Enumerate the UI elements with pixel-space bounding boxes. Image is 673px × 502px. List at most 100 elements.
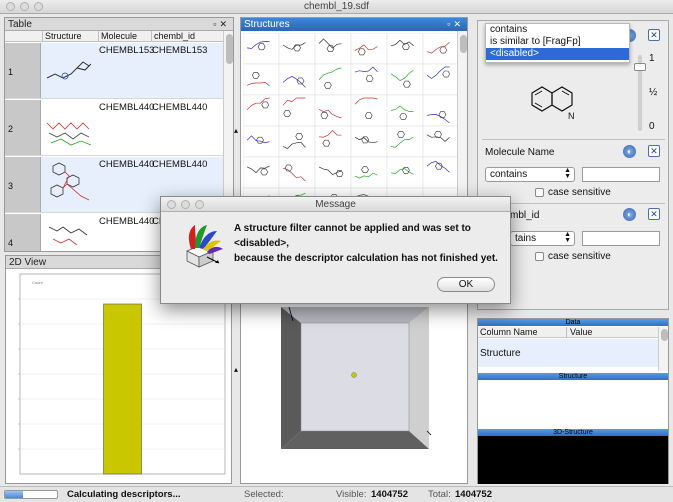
statusbar: Calculating descriptors... Selected: Vis… [0, 486, 673, 502]
row-index: 4 [5, 214, 41, 251]
data-row[interactable]: Structure [478, 339, 659, 367]
close-window-button[interactable] [6, 2, 15, 11]
slider-label-min: 0 [649, 121, 655, 132]
structure-thumbnail[interactable] [422, 156, 459, 189]
structure-thumbnail[interactable] [278, 33, 316, 65]
structure-thumbnail[interactable] [243, 125, 280, 158]
case-sensitive-checkbox[interactable] [535, 252, 544, 261]
case-sensitive-label: case sensitive [548, 187, 611, 198]
structure-thumbnail[interactable] [386, 63, 424, 96]
structure-thumbnail[interactable] [278, 94, 316, 127]
structure-thumbnail[interactable] [422, 94, 459, 127]
structure-thumbnail[interactable] [278, 63, 316, 96]
chembl-id-filter-label: mbl_id [510, 210, 540, 221]
structure-thumbnail[interactable] [314, 94, 352, 127]
menu-item-disabled[interactable]: <disabled> [486, 48, 629, 60]
structure-thumbnail[interactable] [386, 125, 424, 158]
3d-structure-view[interactable] [478, 436, 668, 484]
structure-thumbnail[interactable] [386, 94, 424, 127]
data-panel: Data Column Name Value Structure Structu… [477, 318, 669, 484]
bar[interactable] [103, 303, 142, 475]
structure-thumbnail[interactable] [243, 156, 280, 189]
structure-thumbnail[interactable] [422, 125, 459, 158]
molecule-name-cell: CHEMBL440 [99, 159, 155, 170]
view3d-panel[interactable] [240, 302, 468, 484]
column-header-chembl-id[interactable]: chembl_id [152, 31, 232, 42]
structure-view[interactable] [478, 380, 668, 431]
filter-close-icon[interactable]: ✕ [648, 145, 660, 157]
menu-item-contains[interactable]: contains [486, 24, 629, 36]
structure-filter-mode-menu[interactable]: contains is similar to [FragFp] <disable… [485, 23, 630, 63]
filter-options-icon[interactable]: ◐ [623, 208, 636, 221]
chembl-id-mode-select[interactable]: tains ▲ ▼ [510, 231, 575, 246]
structure-thumbnail[interactable] [386, 33, 424, 65]
data-point[interactable] [351, 372, 357, 378]
structures-scroll-thumb[interactable] [460, 35, 467, 53]
molecule-structure-icon [48, 226, 88, 246]
filter-close-icon[interactable]: ✕ [648, 29, 660, 41]
molecule-name-mode-select[interactable]: contains ▲ ▼ [485, 167, 575, 182]
structure-thumbnail[interactable] [278, 125, 316, 158]
case-sensitive-checkbox[interactable] [535, 188, 544, 197]
3d-structure-strip: 3D-Structure [478, 429, 668, 436]
structure-thumbnail[interactable] [278, 156, 316, 189]
window-title: chembl_19.sdf [303, 1, 370, 12]
structure-thumbnail[interactable] [243, 94, 280, 127]
splitter-handle-icon[interactable]: ▴ [234, 126, 238, 135]
structure-thumbnail[interactable] [243, 33, 280, 65]
structure-thumbnail[interactable] [314, 63, 352, 96]
structure-thumbnail[interactable] [350, 94, 388, 127]
column-header-molecule-name[interactable]: Molecule N... [99, 31, 152, 52]
structure-thumbnail[interactable] [422, 33, 459, 65]
similarity-slider-thumb[interactable] [634, 63, 646, 71]
structure-thumbnail[interactable] [314, 156, 352, 189]
row-number-header[interactable] [5, 31, 43, 42]
structure-thumbnail[interactable] [314, 33, 352, 65]
table-row[interactable]: 2 CHEMBL440 CHEMBL440 [5, 100, 231, 156]
dialog-zoom-button[interactable] [195, 200, 204, 209]
structure-thumbnail[interactable] [314, 125, 352, 158]
column-header-structure[interactable]: Structure [43, 31, 99, 42]
value-header[interactable]: Value [566, 327, 592, 338]
panel-controls-icon[interactable]: ▫✕ [213, 18, 230, 31]
y-axis-label: Count [32, 280, 44, 285]
minimize-window-button[interactable] [20, 2, 29, 11]
dialog-close-button[interactable] [167, 200, 176, 209]
progress-text: Calculating descriptors... [67, 489, 181, 500]
filter-options-icon[interactable]: ◐ [623, 145, 636, 158]
visible-label: Visible: [336, 489, 367, 500]
structures-scrollbar[interactable] [457, 31, 467, 201]
structure-thumbnail[interactable] [350, 125, 388, 158]
molecule-structure-icon [50, 162, 90, 201]
structure-thumbnail[interactable] [386, 156, 424, 189]
dialog-minimize-button[interactable] [181, 200, 190, 209]
selected-label: Selected: [244, 489, 284, 500]
panel-controls-icon[interactable]: ▫✕ [447, 18, 464, 31]
3d-cube-view[interactable] [241, 303, 467, 483]
query-structure-icon[interactable]: N [524, 77, 588, 125]
chembl-id-cell: CHEMBL440 [152, 102, 208, 113]
splitter-handle-icon[interactable]: ▴ [234, 365, 238, 374]
structure-thumbnail[interactable] [350, 33, 388, 65]
column-name-header[interactable]: Column Name [480, 327, 538, 338]
structure-thumbnail[interactable] [422, 63, 459, 96]
total-label: Total: [428, 489, 451, 500]
dialog-message: A structure filter cannot be applied and… [234, 221, 498, 266]
structure-thumbnail[interactable] [350, 156, 388, 189]
chembl-id-search-input[interactable] [582, 231, 660, 246]
filter-close-icon[interactable]: ✕ [648, 208, 660, 220]
structures-grid[interactable] [243, 33, 459, 202]
app-logo-icon [186, 225, 223, 268]
data-scrollbar[interactable] [658, 327, 668, 371]
ok-button[interactable]: OK [437, 277, 495, 292]
molecule-name-search-input[interactable] [582, 167, 660, 182]
dialog-titlebar: Message [161, 197, 510, 212]
table-row[interactable]: 1 CHEMBL153 CHEMBL153 [5, 43, 231, 99]
structure-thumbnail[interactable] [350, 63, 388, 96]
menu-item-similar[interactable]: is similar to [FragFp] [486, 36, 629, 48]
table-scroll-thumb[interactable] [226, 34, 233, 64]
zoom-window-button[interactable] [34, 2, 43, 11]
structure-thumbnail[interactable] [243, 63, 280, 96]
case-sensitive-label: case sensitive [548, 251, 611, 262]
data-scroll-thumb[interactable] [661, 329, 668, 341]
